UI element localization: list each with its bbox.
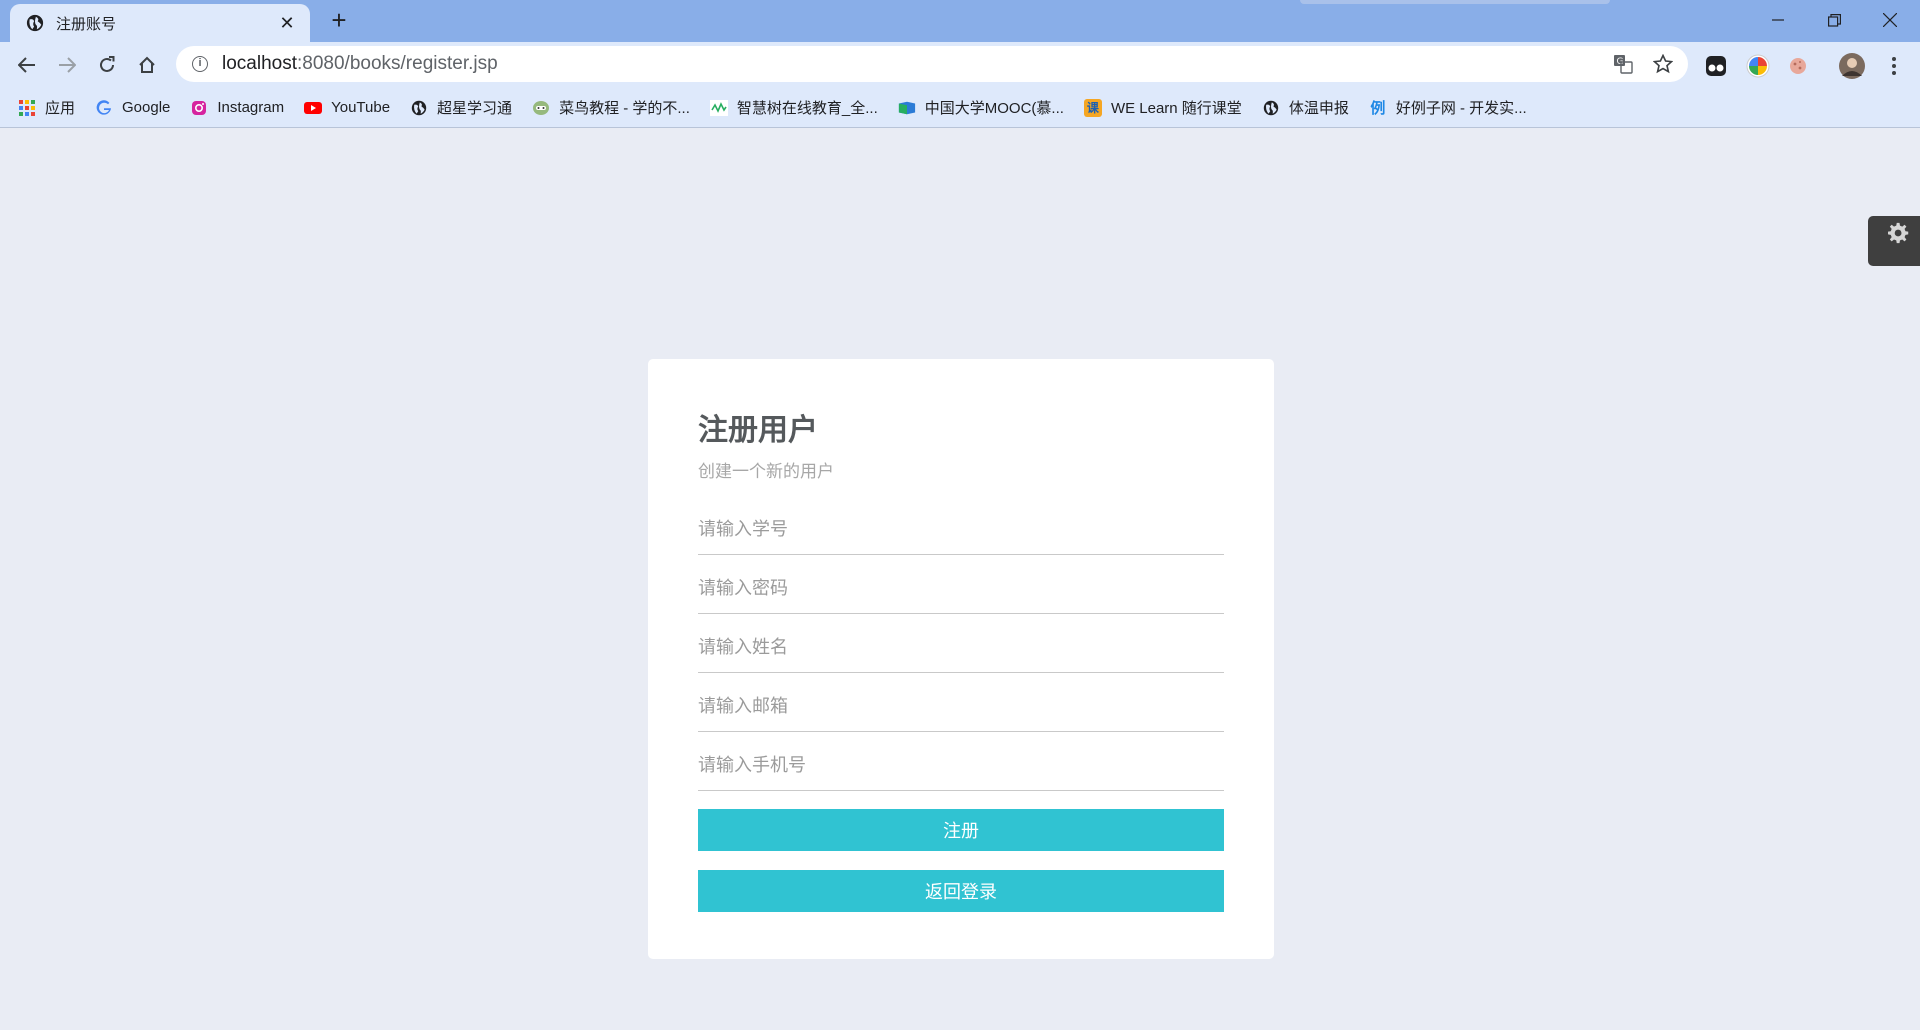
- runoob-icon: [532, 99, 550, 117]
- email-field-wrapper: [698, 673, 1224, 732]
- phone-input[interactable]: [698, 748, 1224, 782]
- avatar[interactable]: [1838, 52, 1866, 80]
- close-tab-icon[interactable]: ✕: [276, 13, 298, 34]
- page-body: 注册用户 创建一个新的用户 注册 返回登录: [0, 128, 1920, 1030]
- mooc-icon: [898, 99, 916, 117]
- zhihuishu-icon: [709, 99, 728, 117]
- bookmark-haolizi[interactable]: 例 好例子网 - 开发实...: [1369, 97, 1526, 118]
- email-input[interactable]: [698, 689, 1224, 723]
- colorful-extension-icon[interactable]: [1744, 52, 1772, 80]
- name-input[interactable]: [698, 630, 1224, 664]
- bookmark-star-icon[interactable]: [1652, 53, 1674, 75]
- welearn-icon: 课: [1083, 98, 1102, 117]
- tampermonkey-extension-icon[interactable]: [1702, 52, 1730, 80]
- page-title: 注册用户: [698, 414, 818, 447]
- translate-icon[interactable]: G: [1612, 53, 1634, 75]
- instagram-icon: [190, 99, 208, 117]
- bookmark-google[interactable]: Google: [95, 99, 170, 117]
- bookmark-apps[interactable]: 应用: [18, 97, 75, 118]
- bookmark-runoob[interactable]: 菜鸟教程 - 学的不...: [532, 97, 690, 118]
- student-id-field-wrapper: [698, 496, 1224, 555]
- globe-icon: [1262, 99, 1280, 117]
- home-icon[interactable]: [130, 48, 164, 82]
- forward-arrow-icon[interactable]: [50, 48, 84, 82]
- student-id-input[interactable]: [698, 512, 1224, 546]
- register-form: 注册 返回登录: [698, 496, 1224, 912]
- bookmark-instagram[interactable]: Instagram: [190, 99, 284, 117]
- youtube-icon: [304, 99, 323, 117]
- tab-strip: 注册账号 ✕ +: [0, 0, 1920, 42]
- globe-icon: [410, 99, 428, 117]
- browser-chrome: 注册账号 ✕ + i localhost:8080/books/registe…: [0, 0, 1920, 128]
- gear-icon: [1888, 222, 1910, 266]
- bookmark-youtube[interactable]: YouTube: [304, 99, 390, 117]
- globe-icon: [26, 14, 44, 32]
- name-field-wrapper: [698, 614, 1224, 673]
- url-path: :8080/books/register.jsp: [297, 53, 498, 74]
- cookie-extension-icon[interactable]: [1784, 52, 1812, 80]
- new-tab-button[interactable]: +: [324, 6, 354, 36]
- reload-icon[interactable]: [90, 48, 124, 82]
- profile-indicator: [1300, 0, 1610, 4]
- phone-field-wrapper: [698, 732, 1224, 791]
- back-arrow-icon[interactable]: [10, 48, 44, 82]
- bookmark-zhihuishu[interactable]: 智慧树在线教育_全...: [709, 97, 878, 118]
- page-subtitle: 创建一个新的用户: [698, 462, 834, 481]
- bookmark-chaoxing[interactable]: 超星学习通: [410, 97, 512, 118]
- google-icon: [95, 99, 113, 117]
- apps-grid-icon: [18, 99, 36, 117]
- settings-panel-toggle[interactable]: [1868, 216, 1920, 266]
- register-card: 注册用户 创建一个新的用户 注册 返回登录: [648, 359, 1274, 959]
- more-menu-icon[interactable]: [1880, 52, 1908, 80]
- back-to-login-button[interactable]: 返回登录: [698, 870, 1224, 912]
- tab-title: 注册账号: [56, 15, 117, 33]
- password-input[interactable]: [698, 571, 1224, 605]
- password-field-wrapper: [698, 555, 1224, 614]
- browser-toolbar: i localhost:8080/books/register.jsp G: [0, 42, 1920, 88]
- address-bar[interactable]: i localhost:8080/books/register.jsp G: [176, 46, 1688, 82]
- register-button[interactable]: 注册: [698, 809, 1224, 851]
- bookmark-mooc[interactable]: 中国大学MOOC(慕...: [898, 97, 1064, 118]
- url-host: localhost: [222, 53, 297, 74]
- close-window-icon[interactable]: [1862, 0, 1918, 40]
- haolizi-icon: 例: [1370, 100, 1386, 117]
- bookmarks-bar: 应用 Google Instagram YouTube 超星学习通 菜鸟教程 -…: [0, 88, 1920, 128]
- restore-icon[interactable]: [1806, 0, 1862, 40]
- bookmark-welearn[interactable]: 课 WE Learn 随行课堂: [1083, 97, 1242, 118]
- browser-tab-active[interactable]: 注册账号 ✕: [10, 4, 310, 42]
- bookmark-temperature[interactable]: 体温申报: [1262, 97, 1349, 118]
- minimize-icon[interactable]: [1750, 0, 1806, 40]
- site-info-icon[interactable]: i: [192, 56, 208, 72]
